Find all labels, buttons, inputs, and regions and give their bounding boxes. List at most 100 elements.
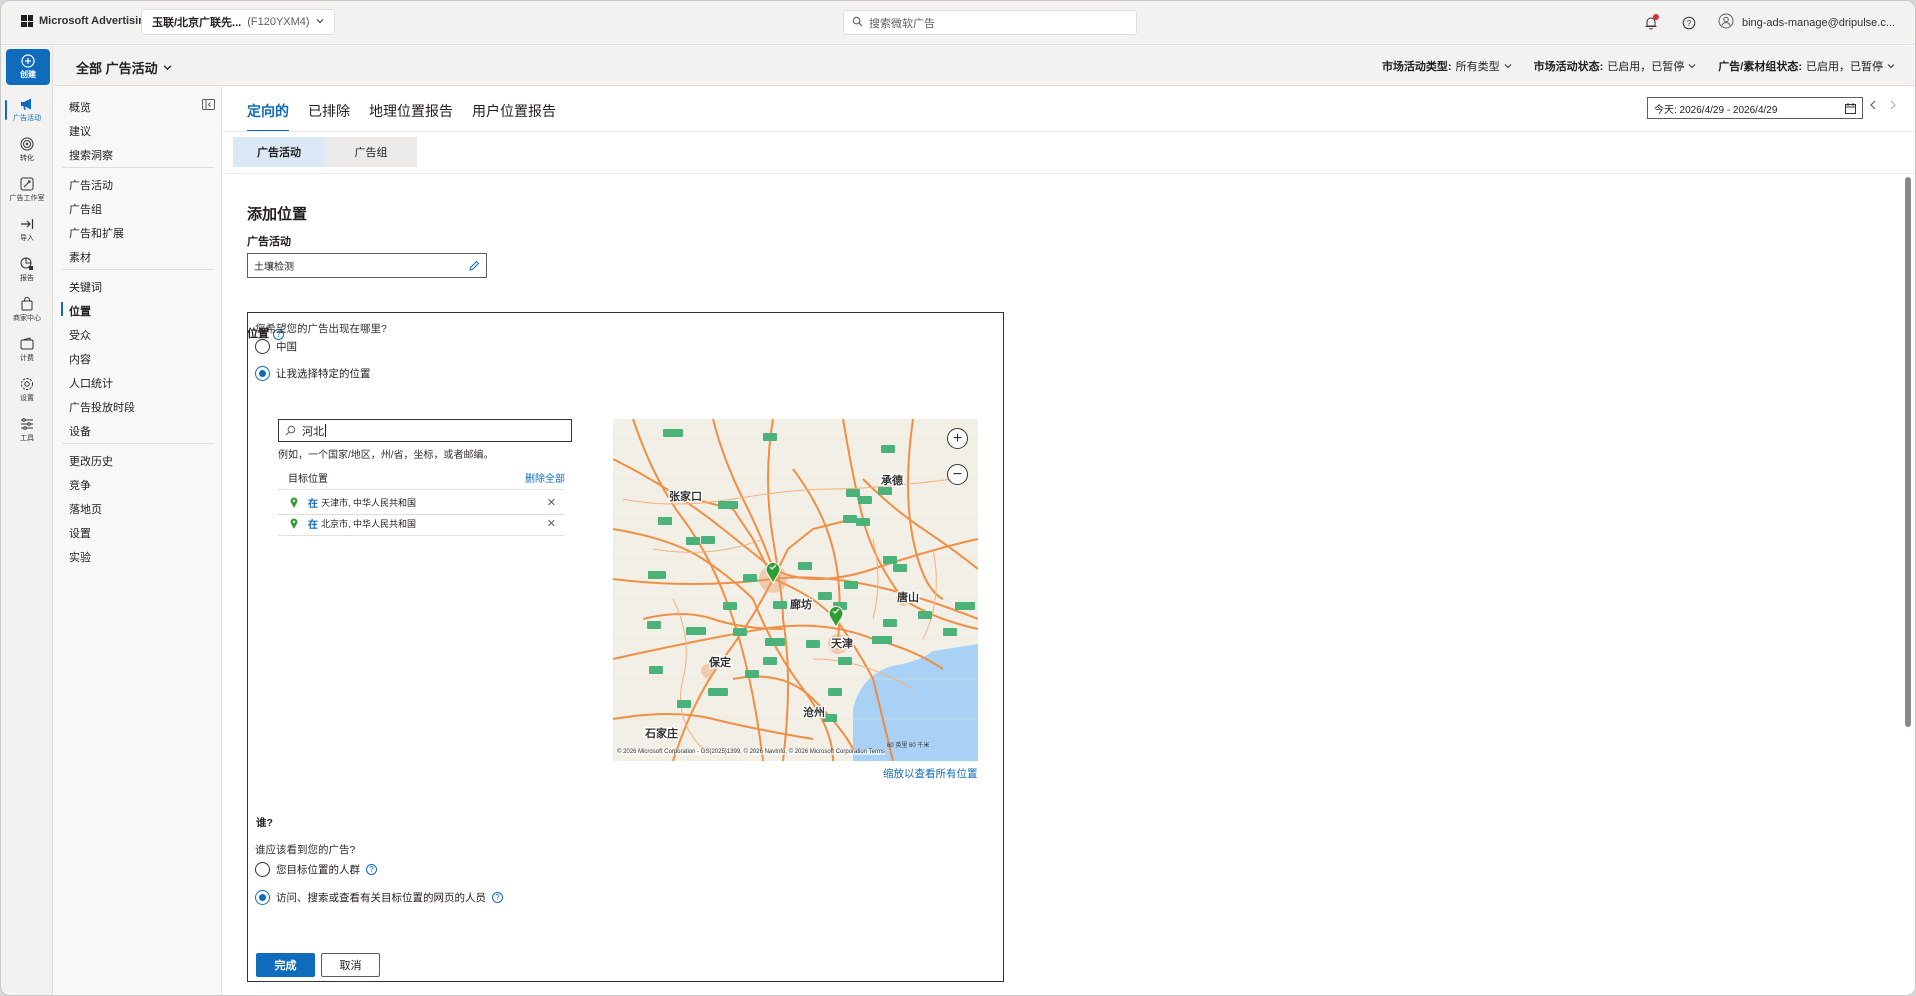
rail-item-settings[interactable]: 设置 [1, 370, 53, 410]
date-range-value: 今天: 2026/4/29 - 2026/4/29 [1654, 104, 1778, 116]
global-search-input[interactable]: 搜索微软广告 [843, 10, 1137, 35]
nav-item-landing-pages[interactable]: 落地页 [69, 501, 102, 517]
remove-location-icon[interactable]: ✕ [547, 517, 556, 530]
tab-targeted[interactable]: 定向的 [247, 101, 289, 132]
user-menu[interactable]: bing-ads-manage@dripulse.c... [1718, 13, 1895, 32]
nav-item-overview[interactable]: 概览 [69, 99, 91, 115]
rail-item-merchant[interactable]: 商家中心 [1, 290, 53, 330]
brand-name: Microsoft Advertising [39, 15, 152, 27]
nav-divider [62, 167, 214, 168]
radio-china[interactable]: 中国 [255, 339, 297, 354]
nav-item-experiments[interactable]: 实验 [69, 549, 91, 565]
location-prefix: 在 [308, 498, 318, 510]
main-content: 定向的 已排除 地理位置报告 用户位置报告 今天: 2026/4/29 - 20… [223, 87, 1915, 995]
side-nav: 概览 建议 搜索洞察 广告活动 广告组 广告和扩展 素材 关键词 位置 受众 内… [54, 87, 222, 995]
location-search-input[interactable]: 河北 [278, 419, 572, 442]
nav-item-locations[interactable]: 位置 [61, 302, 91, 319]
rail-item-conversions[interactable]: 转化 [1, 130, 53, 170]
notification-bell-icon[interactable] [1642, 13, 1660, 32]
filter-value: 已启用，已暂停 [1806, 61, 1883, 73]
help-icon[interactable]: ? [366, 864, 377, 875]
user-avatar-icon [1718, 13, 1734, 32]
target-locations-header: 目标位置 [288, 474, 328, 485]
rail-label: 广告工作室 [9, 195, 45, 202]
radio-people-in-location[interactable]: 您目标位置的人群 ? [255, 862, 377, 877]
nav-item-assets[interactable]: 素材 [69, 249, 91, 265]
gear-icon [21, 378, 33, 390]
nav-item-competition[interactable]: 竞争 [69, 477, 91, 493]
scope-bar: 全部 广告活动 市场活动类型: 所有类型 市场活动状态: 已启用，已暂停 广告/素材… [53, 46, 1915, 86]
rail-item-billing[interactable]: 计费 [1, 330, 53, 370]
zoom-out-icon[interactable]: − [947, 464, 968, 485]
nav-item-ads-extensions[interactable]: 广告和扩展 [69, 225, 124, 241]
edit-pencil-icon [469, 260, 480, 271]
map-canvas: 张家口 承德 廊坊 唐山 天津 保定 沧州 石家庄 [613, 419, 978, 761]
tab-user-location-report[interactable]: 用户位置报告 [472, 101, 556, 132]
campaign-value: 土壤检测 [254, 262, 294, 273]
collapse-nav-icon[interactable] [202, 99, 215, 113]
cancel-button[interactable]: 取消 [321, 953, 380, 977]
target-location-row: 在 北京市, 中华人民共和国 ✕ [278, 511, 564, 536]
filter-campaign-status[interactable]: 市场活动状态: 已启用，已暂停 [1534, 58, 1697, 74]
radio-people-searching-location[interactable]: 访问、搜索或查看有关目标位置的网页的人员 ? [255, 890, 503, 905]
rail-item-studio[interactable]: 广告工作室 [1, 170, 53, 210]
help-icon[interactable]: ? [1680, 14, 1698, 32]
scope-title: 全部 广告活动 [76, 61, 158, 76]
nav-item-content[interactable]: 内容 [69, 351, 91, 367]
nav-item-recommendations[interactable]: 建议 [69, 123, 91, 139]
location-prefix: 在 [308, 519, 318, 531]
rail-label: 计费 [20, 355, 34, 362]
rail-item-campaigns[interactable]: 广告活动 [1, 90, 53, 130]
target-icon [20, 137, 34, 151]
delete-all-link[interactable]: 删除全部 [525, 470, 565, 485]
rail-item-reports[interactable]: 报告 [1, 250, 53, 290]
tab-geo-report[interactable]: 地理位置报告 [369, 101, 453, 132]
create-button[interactable]: 创建 [6, 49, 50, 85]
chevron-down-icon [1504, 64, 1511, 69]
who-question: 谁应该看到您的广告? [255, 844, 356, 856]
nav-item-ad-schedule[interactable]: 广告投放时段 [69, 399, 135, 415]
subtab-ad-groups[interactable]: 广告组 [325, 137, 417, 167]
tab-excluded[interactable]: 已排除 [308, 101, 350, 132]
vertical-scrollbar[interactable] [1905, 177, 1911, 727]
radio-label: 访问、搜索或查看有关目标位置的网页的人员 [276, 892, 486, 904]
nav-item-audiences[interactable]: 受众 [69, 327, 91, 343]
help-icon[interactable]: ? [492, 892, 503, 903]
chevron-left-icon[interactable] [1869, 100, 1877, 110]
filter-campaign-type[interactable]: 市场活动类型: 所有类型 [1382, 58, 1512, 74]
radio-circle [255, 862, 270, 877]
tools-icon [21, 418, 33, 430]
zoom-in-icon[interactable]: + [947, 428, 968, 449]
filter-ad-status[interactable]: 广告/素材组状态: 已启用，已暂停 [1718, 58, 1895, 74]
zoom-to-all-link[interactable]: 缩放以查看所有位置 [883, 766, 978, 781]
rail-item-tools[interactable]: 工具 [1, 410, 53, 450]
radio-custom-locations[interactable]: 让我选择特定的位置 [255, 366, 371, 381]
nav-item-settings[interactable]: 设置 [69, 525, 91, 541]
done-button[interactable]: 完成 [256, 953, 315, 977]
location-map[interactable]: 张家口 承德 廊坊 唐山 天津 保定 沧州 石家庄 + − © 2026 Mic… [613, 419, 978, 761]
date-navigation [1869, 100, 1897, 110]
brand-logo[interactable]: Microsoft Advertising [21, 15, 152, 27]
nav-item-demographics[interactable]: 人口统计 [69, 375, 113, 391]
campaign-scope-selector[interactable]: 全部 广告活动 [76, 58, 172, 77]
filter-label: 市场活动类型: [1381, 61, 1452, 73]
left-rail: 创建 广告活动 转化 广告工作室 导入 报告 商家中心 计费 设置 工具 [1, 46, 53, 995]
city-label: 廊坊 [790, 597, 812, 611]
nav-item-devices[interactable]: 设备 [69, 423, 91, 439]
chevron-right-icon[interactable] [1889, 100, 1897, 110]
rail-item-import[interactable]: 导入 [1, 210, 53, 250]
remove-location-icon[interactable]: ✕ [547, 496, 556, 509]
rail-label: 商家中心 [13, 315, 41, 322]
nav-item-keywords[interactable]: 关键词 [69, 279, 102, 295]
nav-item-search-insights[interactable]: 搜索洞察 [69, 147, 113, 163]
studio-icon [20, 177, 34, 191]
nav-item-campaigns[interactable]: 广告活动 [69, 177, 113, 193]
date-range-picker[interactable]: 今天: 2026/4/29 - 2026/4/29 [1647, 97, 1863, 119]
nav-item-change-history[interactable]: 更改历史 [69, 453, 113, 469]
account-selector[interactable]: 玉联/北京广联先... (F120YXM4) [141, 9, 335, 35]
nav-item-ad-groups[interactable]: 广告组 [69, 201, 102, 217]
radio-label: 让我选择特定的位置 [276, 368, 371, 380]
campaign-field[interactable]: 土壤检测 [247, 253, 487, 278]
subtab-campaigns[interactable]: 广告活动 [233, 137, 325, 167]
rail-label: 导入 [20, 235, 34, 242]
